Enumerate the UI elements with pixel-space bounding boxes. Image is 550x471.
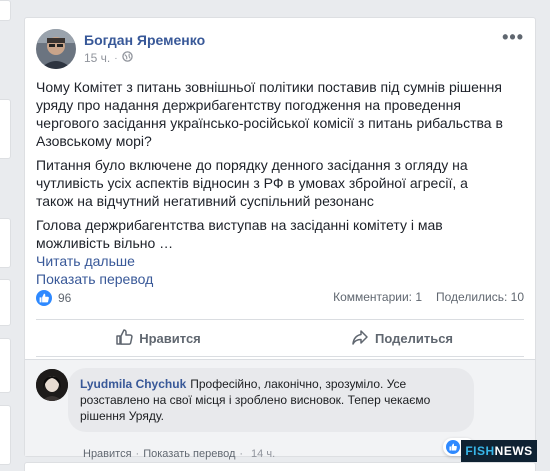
share-label: Поделиться xyxy=(374,330,454,346)
like-label: Нравится xyxy=(139,330,201,346)
separator-dot: · xyxy=(114,52,118,64)
share-button[interactable]: Поделиться xyxy=(280,320,524,356)
left-card xyxy=(0,279,11,326)
comment-actions: Нравится · Показать перевод · 14 ч. xyxy=(83,448,275,460)
comment-translate-link[interactable]: Показать перевод xyxy=(143,448,235,460)
separator-dot: · xyxy=(239,448,244,460)
comments-section: Lyudmila Chychuk Професійно, лаконічно, з… xyxy=(25,359,535,460)
author-avatar[interactable] xyxy=(36,29,76,69)
comment-like-link[interactable]: Нравится xyxy=(83,448,132,460)
post-time[interactable]: 15 ч. xyxy=(84,51,110,65)
like-icon xyxy=(446,440,460,454)
globe-icon xyxy=(121,51,133,65)
left-card xyxy=(0,338,11,393)
more-icon[interactable]: ••• xyxy=(502,27,524,48)
action-bar: Нравится Поделиться xyxy=(36,319,524,357)
engagement-counts: Комментарии: 1 Поделились: 10 xyxy=(333,290,524,304)
like-icon xyxy=(36,290,52,306)
comments-count[interactable]: Комментарии: 1 xyxy=(333,290,422,304)
like-icon xyxy=(115,328,133,349)
share-icon xyxy=(351,328,369,349)
commenter-name[interactable]: Lyudmila Chychuk xyxy=(80,377,186,391)
commenter-avatar[interactable] xyxy=(36,369,68,401)
left-card xyxy=(0,0,11,21)
post-text: Чому Комітет з питань зовнішньої політик… xyxy=(36,78,506,288)
likes-summary[interactable]: 96 xyxy=(36,290,71,306)
comment-bubble: Lyudmila Chychuk Професійно, лаконічно, з… xyxy=(68,368,474,432)
separator-dot: · xyxy=(135,448,140,460)
read-more-link[interactable]: Читать дальше xyxy=(36,252,506,270)
post-header: Богдан Яременко 15 ч. · ••• xyxy=(36,27,524,69)
left-card xyxy=(0,218,11,268)
left-card xyxy=(0,405,11,465)
next-post-card xyxy=(24,462,536,471)
post-card: Богдан Яременко 15 ч. · ••• Чому Комітет… xyxy=(24,17,536,460)
watermark-part2: NEWS xyxy=(494,444,533,458)
post-paragraph: Питання було включене до порядку денного… xyxy=(36,157,468,209)
like-button[interactable]: Нравится xyxy=(36,320,280,356)
left-card xyxy=(0,99,11,159)
post-paragraph: Голова держрибагентства виступав на засі… xyxy=(36,217,443,251)
post-stats: 96 Комментарии: 1 Поделились: 10 xyxy=(36,290,524,308)
left-column xyxy=(0,0,14,471)
watermark-part1: FISH xyxy=(465,444,495,458)
fishnews-watermark: FISH NEWS xyxy=(461,440,537,462)
post-meta: 15 ч. · xyxy=(84,51,133,65)
likes-count: 96 xyxy=(58,291,72,305)
shares-count[interactable]: Поделились: 10 xyxy=(436,290,524,304)
show-translation-link[interactable]: Показать перевод xyxy=(36,270,506,288)
comment-time[interactable]: 14 ч. xyxy=(251,448,275,460)
author-name[interactable]: Богдан Яременко xyxy=(84,32,205,48)
post-paragraph: Чому Комітет з питань зовнішньої політик… xyxy=(36,79,503,149)
